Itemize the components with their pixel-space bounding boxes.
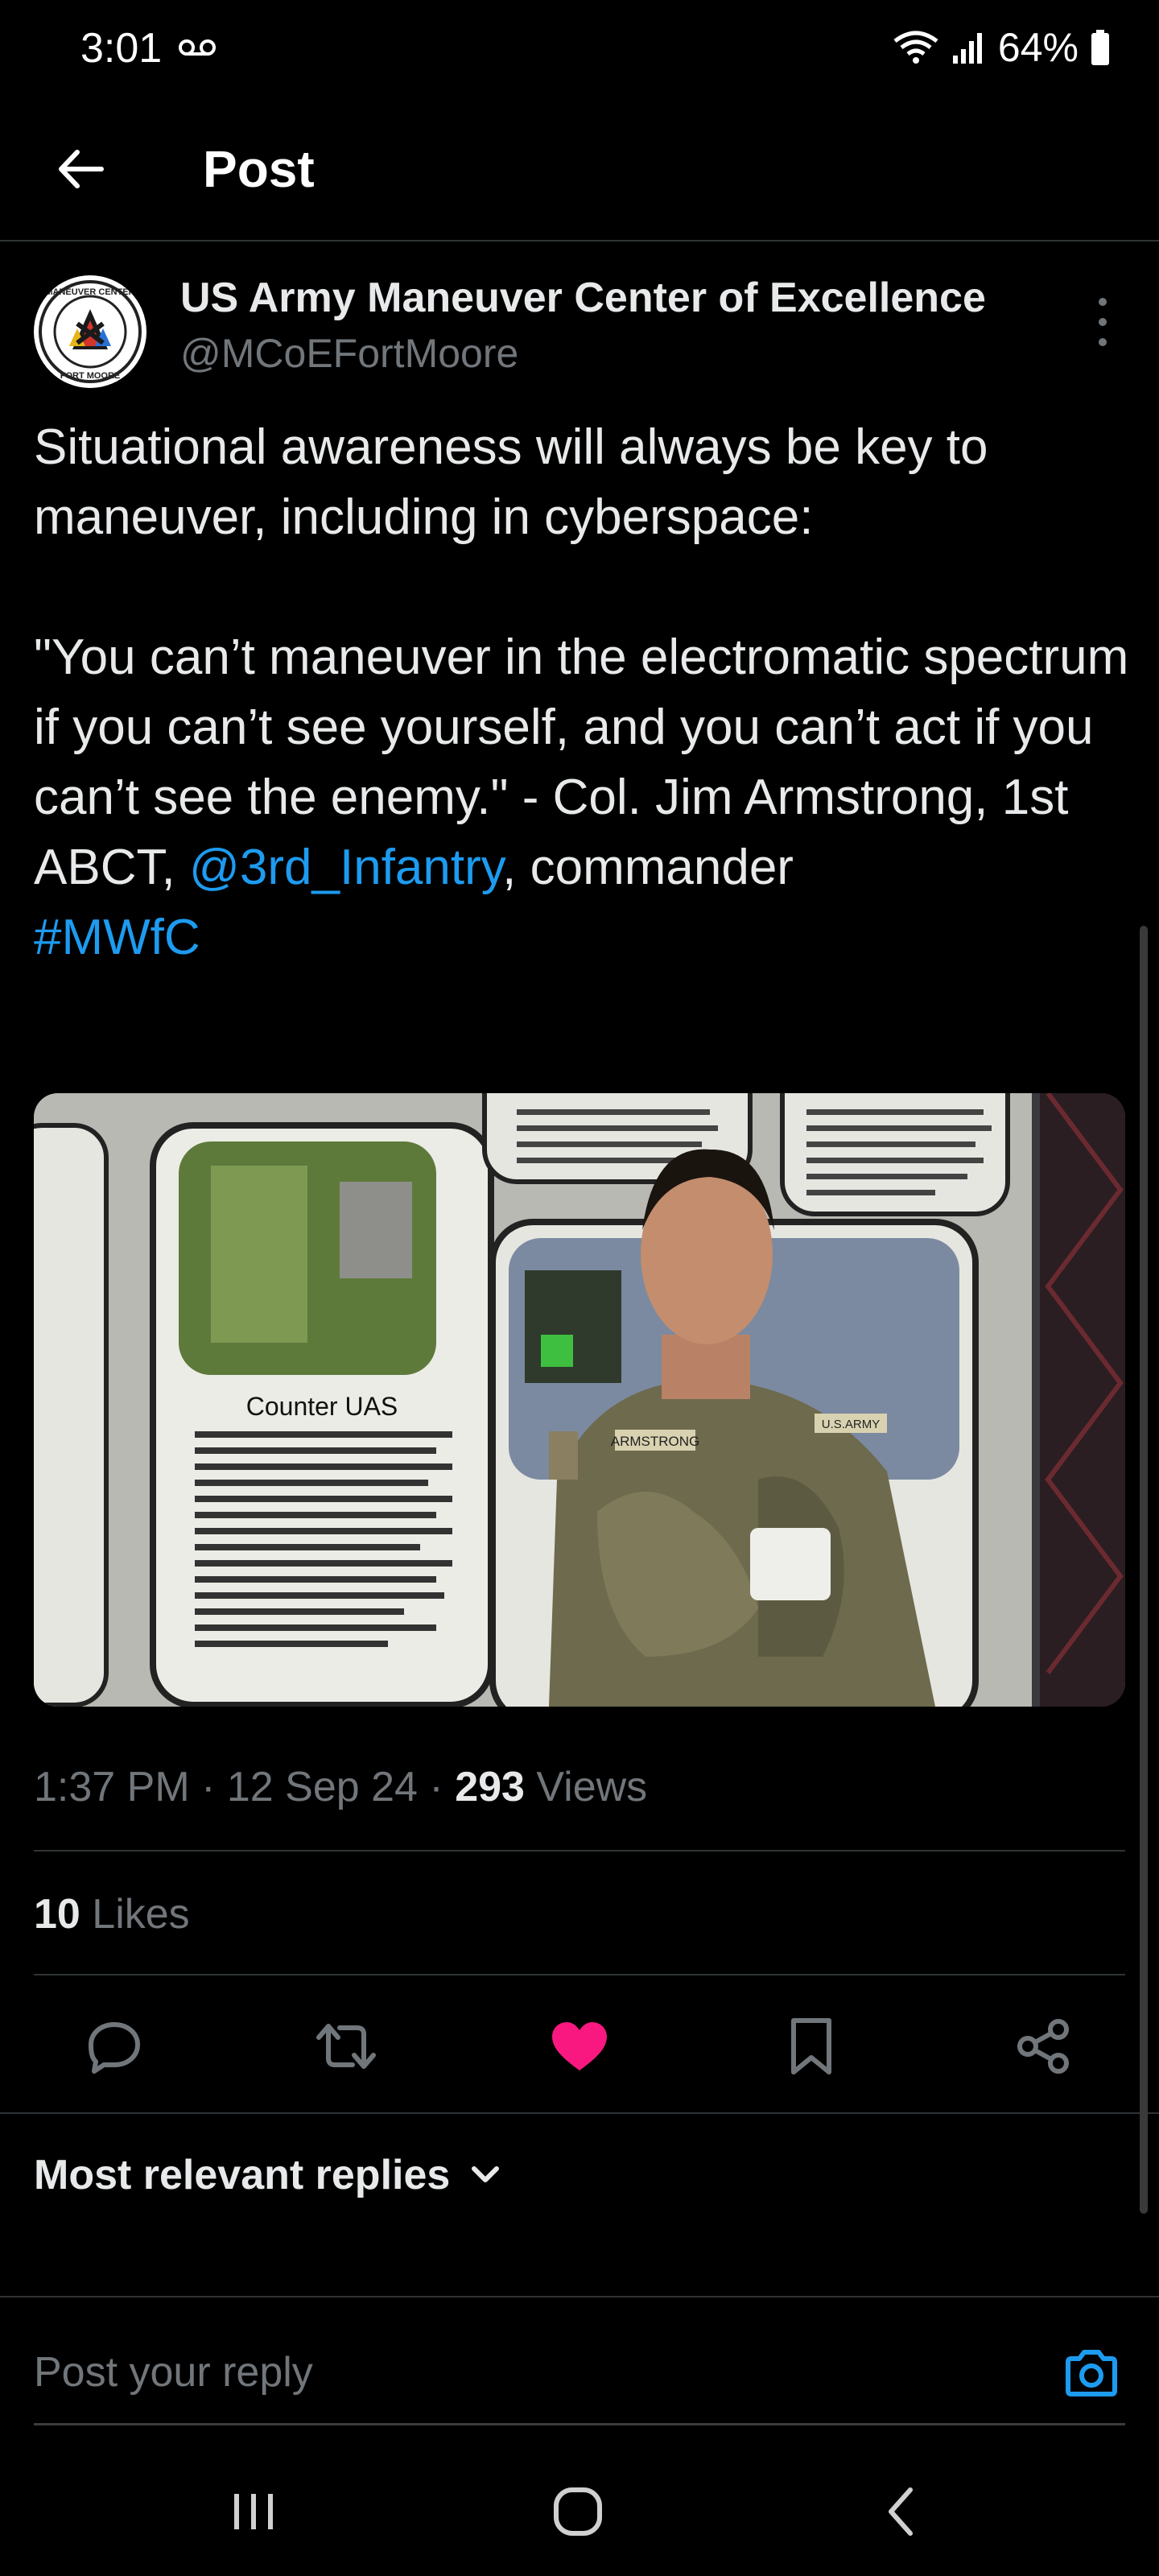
post-header: Post [0,113,1159,242]
meta-separator: · [417,1764,456,1810]
post-photo: Counter UAS ARMSTRONG U.S.ARMY [34,1093,1125,1707]
mcoe-logo-icon: MANEUVER CENTER FORT MOORE [35,277,145,386]
name-tape: ARMSTRONG [611,1434,700,1449]
heart-icon [552,2022,607,2070]
likes-count: 10 [34,1891,80,1938]
system-back-button[interactable] [853,2471,950,2552]
status-bar: 3:01 64% [0,0,1159,105]
post-time: 1:37 PM [34,1764,190,1810]
svg-text:FORT MOORE: FORT MOORE [60,371,121,381]
divider [34,1850,1125,1852]
hashtag-link[interactable]: #MWfC [34,902,1136,972]
voicemail-icon [179,39,216,56]
divider [34,1974,1125,1975]
reply-button[interactable] [66,1998,163,2095]
avatar[interactable]: MANEUVER CENTER FORT MOORE [34,275,146,388]
wifi-icon [893,31,938,64]
camera-icon [1066,2350,1117,2396]
scrollbar[interactable] [1140,926,1148,2214]
tweet-quote-end: , commander [502,840,794,895]
tweet-paragraph-gap [34,552,1136,622]
replies-sort-dropdown[interactable]: Most relevant replies [34,2151,501,2199]
recent-apps-button[interactable] [205,2471,302,2552]
author-name[interactable]: US Army Maneuver Center of Excellence [180,274,986,322]
views-label: Views [524,1764,648,1810]
repost-button[interactable] [298,1998,394,2095]
home-button[interactable] [530,2471,626,2552]
slide-heading: Counter UAS [246,1392,398,1421]
branch-tape: U.S.ARMY [822,1418,881,1431]
reply-composer [0,2296,1159,2433]
more-dot-icon [1099,318,1107,326]
battery-icon [1091,30,1109,65]
bookmark-icon [791,2018,831,2074]
post-image[interactable]: Counter UAS ARMSTRONG U.S.ARMY [34,1093,1125,1707]
battery-percent: 64% [997,25,1079,70]
home-icon [554,2487,602,2536]
status-time: 3:01 [80,25,163,72]
share-button[interactable] [995,1998,1091,2095]
author-handle[interactable]: @MCoEFortMoore [180,330,518,377]
likes-summary[interactable]: 10 Likes [34,1890,190,1938]
replies-sort-label: Most relevant replies [34,2152,451,2198]
recent-apps-icon [234,2494,273,2529]
likes-label: Likes [80,1891,190,1938]
reply-input[interactable] [34,2336,1000,2409]
more-dot-icon [1099,338,1107,346]
system-nav-bar [0,2447,1159,2576]
action-bar [0,1998,1159,2095]
repost-icon [316,2024,376,2069]
views-count: 293 [455,1764,525,1810]
bookmark-button[interactable] [763,1998,860,2095]
more-dot-icon [1099,298,1107,306]
post-date: 12 Sep 24 [226,1764,418,1810]
svg-text:MANEUVER CENTER: MANEUVER CENTER [45,287,134,297]
like-button[interactable] [531,1998,628,2095]
post-meta: 1:37 PM · 12 Sep 24 · 293 Views [34,1763,647,1811]
divider [0,2112,1159,2114]
mention-link[interactable]: @3rd_Infantry [189,840,502,895]
camera-button[interactable] [1059,2341,1124,2405]
chevron-down-icon [472,2166,500,2182]
tweet-text: Situational awareness will always be key… [34,412,1136,972]
share-icon [1017,2019,1069,2074]
reply-icon [89,2022,140,2074]
chevron-left-icon [889,2487,913,2536]
tweet-paragraph-2: "You can’t maneuver in the electromatic … [34,622,1136,902]
signal-icon [952,33,982,64]
reply-underline [34,2423,1125,2425]
back-button[interactable] [48,137,113,201]
tweet-paragraph-1: Situational awareness will always be key… [34,419,988,545]
more-options-button[interactable] [1087,298,1119,346]
meta-separator: · [189,1764,227,1810]
arrow-left-icon [59,150,104,188]
page-title: Post [203,140,315,198]
